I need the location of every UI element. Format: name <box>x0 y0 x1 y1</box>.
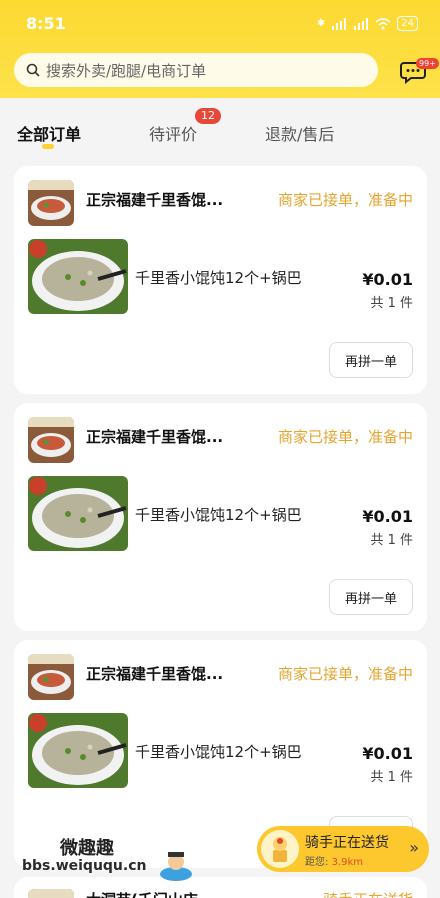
signal-icon <box>332 17 347 30</box>
watermark-title: 微趣趣 <box>60 838 114 859</box>
order-price: ¥0.01 <box>362 270 413 289</box>
order-quantity: 共 1 件 <box>370 770 413 785</box>
shop-name[interactable]: 正宗福建千里香馄... <box>86 426 223 447</box>
battery-indicator: 24 <box>397 16 418 31</box>
order-card[interactable]: 正宗福建千里香馄... 商家已接单，准备中 千里香小馄饨12个+锅巴 ¥0.01… <box>14 403 427 631</box>
shop-name[interactable]: 正宗福建千里香馄... <box>86 663 223 684</box>
watermark-url: bbs.weiququ.cn <box>22 858 147 874</box>
header: 8:51 ✱ 24 搜索外卖/跑腿/电商订单 99+ <box>0 0 440 98</box>
shop-name[interactable]: 正宗福建千里香馄... <box>86 189 223 210</box>
order-status: 商家已接单，准备中 <box>277 665 413 683</box>
to-review-badge: 12 <box>195 108 221 124</box>
tab-all-orders[interactable]: 全部订单 <box>17 121 81 145</box>
clock: 8:51 <box>26 14 66 33</box>
message-badge: 99+ <box>416 58 439 69</box>
rider-distance: 距您: 3.9km <box>305 857 363 868</box>
order-price: ¥0.01 <box>362 744 413 763</box>
watermark: 微趣趣 bbs.weiququ.cn <box>18 834 198 894</box>
shop-thumbnail <box>28 654 74 700</box>
shop-thumbnail <box>28 417 74 463</box>
order-quantity: 共 1 件 <box>370 533 413 548</box>
item-thumbnail <box>28 476 128 551</box>
search-icon <box>26 63 40 77</box>
order-quantity: 共 1 件 <box>370 296 413 311</box>
status-bar: 8:51 ✱ 24 <box>0 14 440 40</box>
rider-status-title: 骑手正在送货 <box>305 835 389 851</box>
wifi-icon <box>375 17 391 29</box>
rider-status-banner[interactable]: 骑手正在送货 距您: 3.9km » <box>257 826 429 872</box>
status-icons: ✱ 24 <box>317 16 418 31</box>
item-thumbnail <box>28 239 128 314</box>
item-name: 千里香小馄饨12个+锅巴 <box>135 269 302 287</box>
reorder-button[interactable]: 再拼一单 <box>329 342 413 378</box>
order-status: 商家已接单，准备中 <box>277 428 413 446</box>
signal-icon-2 <box>354 17 369 30</box>
tab-bar: 全部订单 待评价 12 退款/售后 <box>0 98 440 160</box>
shop-thumbnail <box>28 180 74 226</box>
order-price: ¥0.01 <box>362 507 413 526</box>
tab-to-review[interactable]: 待评价 <box>149 121 197 145</box>
search-placeholder: 搜索外卖/跑腿/电商订单 <box>46 61 207 80</box>
search-input[interactable]: 搜索外卖/跑腿/电商订单 <box>14 53 378 87</box>
rider-avatar <box>261 830 299 868</box>
watermark-mascot-icon <box>160 852 192 881</box>
item-name: 千里香小馄饨12个+锅巴 <box>135 506 302 524</box>
order-status: 骑手正在送货 <box>323 889 413 898</box>
reorder-button[interactable]: 再拼一单 <box>329 579 413 615</box>
tab-refund[interactable]: 退款/售后 <box>265 121 334 145</box>
order-card[interactable]: 正宗福建千里香馄... 商家已接单，准备中 千里香小馄饨12个+锅巴 ¥0.01… <box>14 166 427 394</box>
item-thumbnail <box>28 713 128 788</box>
order-status: 商家已接单，准备中 <box>277 191 413 209</box>
chevron-double-right-icon: » <box>409 838 419 857</box>
bluetooth-icon: ✱ <box>316 18 326 29</box>
item-name: 千里香小馄饨12个+锅巴 <box>135 743 302 761</box>
active-tab-indicator <box>42 144 54 149</box>
